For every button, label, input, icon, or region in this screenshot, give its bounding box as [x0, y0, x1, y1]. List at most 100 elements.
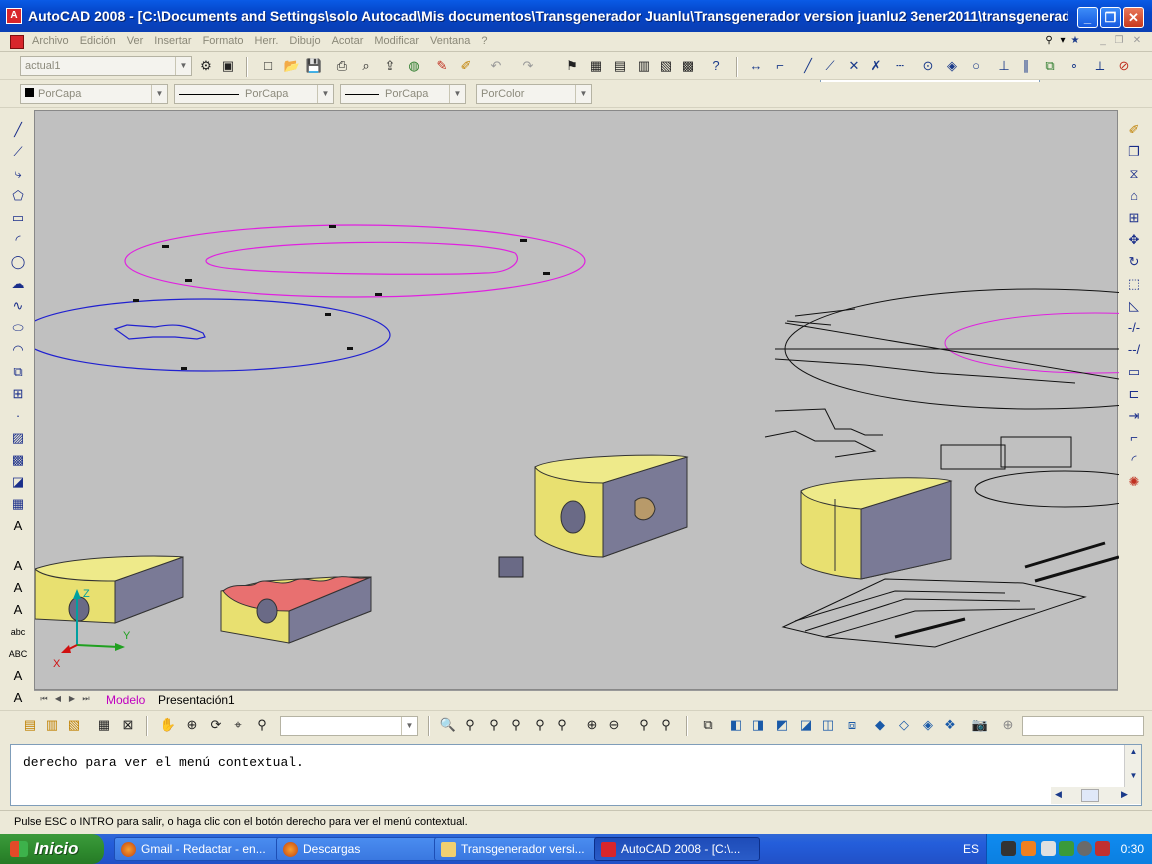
taskbar-item-gmail[interactable]: Gmail - Redactar - en... [114, 837, 280, 861]
rotate-icon[interactable]: ↻ [1124, 252, 1144, 272]
camera-create-icon[interactable]: 📷 [970, 715, 990, 735]
color-select[interactable]: PorCapa ▼ [20, 84, 168, 104]
drawing-area[interactable]: Z Y X [34, 110, 1119, 690]
tray-app-icon[interactable] [1095, 841, 1110, 856]
zoom-out-icon[interactable]: ⊖ [604, 715, 624, 735]
tab-next-icon[interactable]: ▶ [66, 693, 78, 705]
stretch-icon[interactable]: ◺ [1124, 296, 1144, 316]
menu-edicion[interactable]: Edición [80, 35, 123, 47]
document-icon[interactable] [10, 35, 24, 49]
text-style-icon[interactable]: A [8, 600, 28, 620]
view-left-icon[interactable]: ◩ [772, 715, 792, 735]
break-icon[interactable]: ▭ [1124, 362, 1144, 382]
doc-restore-button[interactable]: ❐ [1112, 34, 1126, 48]
snap-insert-icon[interactable]: ⧉ [1040, 56, 1060, 76]
zoom-all-icon[interactable]: ⚲ [634, 715, 654, 735]
snap-endpoint-icon[interactable]: ╱ [798, 56, 818, 76]
tray-app-icon[interactable] [1021, 841, 1036, 856]
arc-icon[interactable]: ◜ [8, 230, 28, 250]
region-icon[interactable]: ◪ [8, 472, 28, 492]
fillet-icon[interactable]: ◜ [1124, 450, 1144, 470]
find-icon[interactable]: abc [8, 622, 28, 642]
favorites-star-icon[interactable]: ★ [1068, 34, 1082, 48]
save-icon[interactable]: 💾 [304, 56, 324, 76]
menu-acotar[interactable]: Acotar [332, 35, 371, 47]
scroll-left-icon[interactable]: ◀ [1055, 789, 1062, 800]
text-scale-icon[interactable]: A [8, 666, 28, 686]
command-horizontal-scrollbar[interactable]: ◀ ▶ [1051, 787, 1141, 804]
table-icon[interactable]: ▦ [8, 494, 28, 514]
copy-icon[interactable]: ❐ [1124, 142, 1144, 162]
scroll-right-icon[interactable]: ▶ [1121, 789, 1128, 800]
move-icon[interactable]: ✥ [1124, 230, 1144, 250]
ellipse-icon[interactable]: ⬭ [8, 318, 28, 338]
snap-apparent-icon[interactable]: ✗ [866, 56, 886, 76]
mirror-icon[interactable]: ⧖ [1124, 164, 1144, 184]
view-bottom-icon[interactable]: ◨ [748, 715, 768, 735]
workspace-save-icon[interactable]: ▣ [218, 56, 238, 76]
taskbar-item-autocad[interactable]: AutoCAD 2008 - [C:\... [594, 837, 760, 861]
linetype-select[interactable]: PorCapa ▼ [174, 84, 334, 104]
tab-last-icon[interactable]: ⏭ [80, 693, 92, 705]
tool-palettes-icon[interactable]: ▥ [634, 56, 654, 76]
point-icon[interactable]: · [8, 406, 28, 426]
snap-extension-icon[interactable]: ┄ [890, 56, 910, 76]
new-file-icon[interactable]: □ [258, 56, 278, 76]
zoom-realtime2-icon[interactable]: 🔍 [438, 715, 458, 735]
snap-center-icon[interactable]: ⊙ [918, 56, 938, 76]
extend-icon[interactable]: --/ [1124, 340, 1144, 360]
walk-icon[interactable]: ⚲ [252, 715, 272, 735]
text-justify-icon[interactable]: A [8, 688, 28, 708]
calculator-icon[interactable]: ▩ [678, 56, 698, 76]
minimize-button[interactable]: _ [1077, 7, 1098, 28]
menu-herr[interactable]: Herr. [255, 35, 286, 47]
layer-visibility-icon[interactable]: ⊕ [998, 715, 1018, 735]
plotstyle-select[interactable]: PorColor ▼ [476, 84, 592, 104]
ellipse-arc-icon[interactable]: ◠ [8, 340, 28, 360]
tab-first-icon[interactable]: ⏮ [38, 693, 50, 705]
join-icon[interactable]: ⇥ [1124, 406, 1144, 426]
pan-icon[interactable]: ✋ [158, 715, 178, 735]
view-ne-iso-icon[interactable]: ◈ [918, 715, 938, 735]
orbit-icon[interactable]: ⟳ [206, 715, 226, 735]
scroll-down-icon[interactable]: ▼ [1127, 771, 1140, 784]
sheet-set-icon[interactable]: ▧ [656, 56, 676, 76]
doc-minimize-button[interactable]: _ [1096, 34, 1110, 48]
erase-icon[interactable]: ✐ [1124, 120, 1144, 140]
snap-perpendicular-icon[interactable]: ⊥ [994, 56, 1014, 76]
array-icon[interactable]: ⊞ [1124, 208, 1144, 228]
dim-ordinate-icon[interactable]: ⌐ [770, 56, 790, 76]
snap-nearest-icon[interactable]: ⟂ [1090, 56, 1110, 76]
menu-archivo[interactable]: Archivo [32, 35, 76, 47]
zoom-window-icon[interactable]: ⚲ [460, 715, 480, 735]
layer-select[interactable] [1022, 716, 1144, 736]
layer-states-icon[interactable]: ▤ [20, 715, 40, 735]
trim-icon[interactable]: -/- [1124, 318, 1144, 338]
zoom-object-icon[interactable]: ⚲ [552, 715, 572, 735]
view-right-icon[interactable]: ◪ [796, 715, 816, 735]
tray-security-icon[interactable] [1059, 841, 1074, 856]
layer-previous-icon[interactable]: ▧ [64, 715, 84, 735]
match-properties-icon[interactable]: ✐ [456, 56, 476, 76]
insert-block-icon[interactable]: ⧉ [8, 362, 28, 382]
print-icon[interactable]: ⎙ [332, 56, 352, 76]
workspace-settings-icon[interactable]: ⚙ [196, 56, 216, 76]
style-manager-icon[interactable]: ▦ [94, 715, 114, 735]
search-icon[interactable]: ⚲ [1042, 34, 1056, 48]
zoom-scale-icon[interactable]: ⚲ [506, 715, 526, 735]
camera-icon[interactable]: ⌖ [228, 715, 248, 735]
command-line[interactable]: derecho para ver el menú contextual. ▲ ▼… [10, 744, 1142, 806]
view-se-iso-icon[interactable]: ◇ [894, 715, 914, 735]
tray-app-icon[interactable] [1001, 841, 1016, 856]
chamfer-icon[interactable]: ⌐ [1124, 428, 1144, 448]
tab-presentation1[interactable]: Presentación1 [152, 691, 241, 708]
menu-ventana[interactable]: Ventana [430, 35, 477, 47]
command-vertical-scrollbar[interactable]: ▲ ▼ [1124, 745, 1141, 787]
text-icon[interactable]: A [8, 556, 28, 576]
construction-line-icon[interactable]: ⟋ [8, 142, 28, 162]
taskbar-item-folder[interactable]: Transgenerador versi... [434, 837, 600, 861]
menu-dibujo[interactable]: Dibujo [289, 35, 327, 47]
menu-help[interactable]: ? [481, 35, 494, 47]
polyline-icon[interactable]: ⤷ [8, 164, 28, 184]
scale-icon[interactable]: ⬚ [1124, 274, 1144, 294]
